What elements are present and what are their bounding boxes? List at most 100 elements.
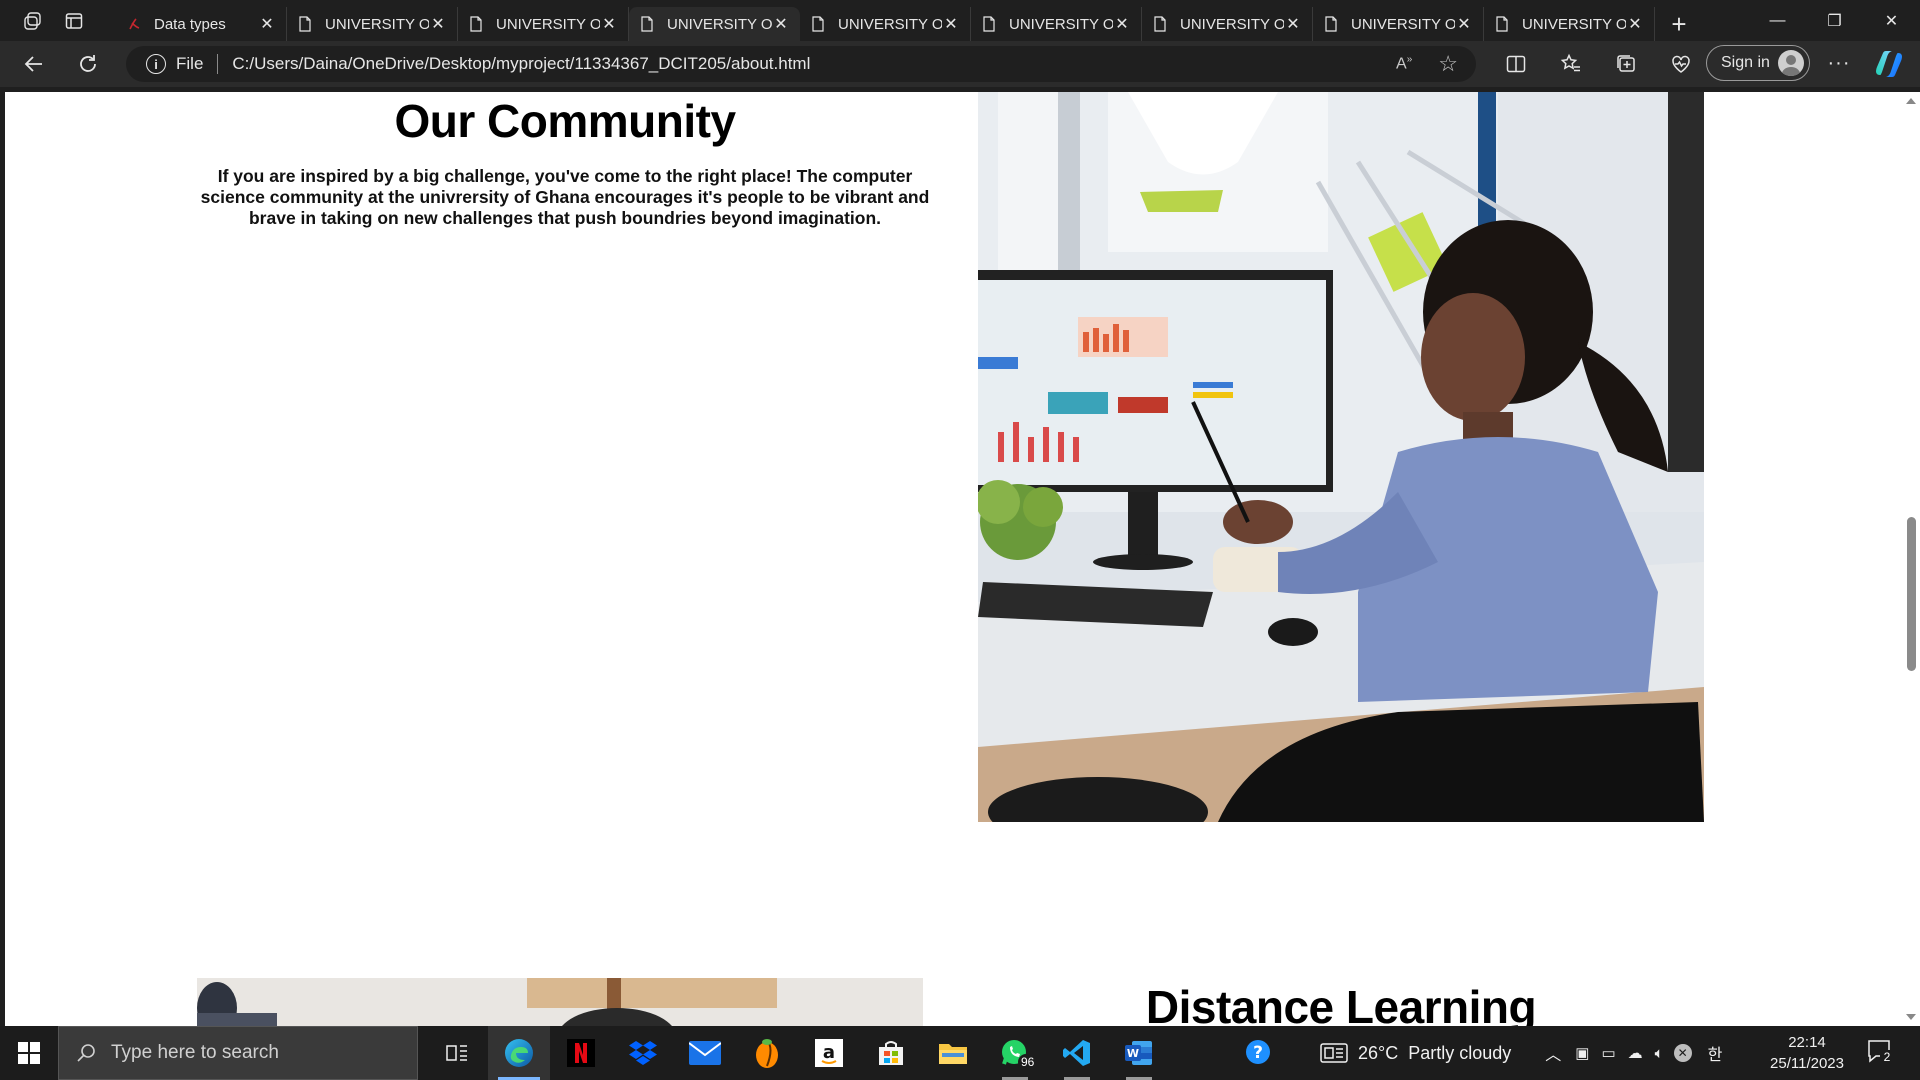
tab-university[interactable]: UNIVERSITY OF ✕ bbox=[287, 7, 458, 41]
tab-title: UNIVERSITY OF bbox=[667, 15, 772, 33]
community-heading: Our Community bbox=[394, 95, 736, 147]
page-scrollbar[interactable] bbox=[1902, 92, 1920, 1026]
split-screen-button[interactable] bbox=[1488, 44, 1543, 84]
refresh-button[interactable] bbox=[66, 44, 110, 84]
network-offline-icon[interactable]: ☁ bbox=[1628, 1044, 1643, 1062]
taskbar-amazon[interactable]: a bbox=[798, 1026, 860, 1080]
new-tab-button[interactable]: + bbox=[1659, 7, 1699, 41]
close-icon[interactable]: ✕ bbox=[942, 15, 960, 33]
status-x-icon[interactable]: ✕ bbox=[1673, 1044, 1692, 1062]
taskbar-dropbox[interactable] bbox=[612, 1026, 674, 1080]
read-aloud-label: A bbox=[1396, 55, 1407, 73]
close-window-button[interactable]: ✕ bbox=[1863, 0, 1920, 41]
collections-button[interactable] bbox=[1598, 44, 1653, 84]
tab-title: UNIVERSITY OF bbox=[1180, 15, 1284, 33]
page-icon bbox=[1323, 16, 1339, 32]
tab-university[interactable]: UNIVERSITY OF ✕ bbox=[1142, 7, 1313, 41]
sign-in-button[interactable]: Sign in bbox=[1706, 45, 1810, 81]
back-arrow-icon bbox=[24, 56, 42, 72]
site-info-icon[interactable]: i bbox=[146, 54, 166, 74]
address-bar[interactable]: i File C:/Users/Daina/OneDrive/Desktop/m… bbox=[126, 46, 1476, 82]
edge-icon bbox=[505, 1039, 533, 1067]
refresh-icon bbox=[80, 55, 96, 72]
toolbar-icons bbox=[1488, 44, 1708, 84]
taskbar-help[interactable]: ? bbox=[1228, 1026, 1290, 1080]
weather-text[interactable]: 26°C Partly cloudy bbox=[1358, 1043, 1511, 1064]
vscode-icon bbox=[1063, 1040, 1090, 1066]
split-screen-icon bbox=[1506, 55, 1525, 73]
scrollbar-thumb[interactable] bbox=[1907, 517, 1916, 671]
url-text[interactable]: C:/Users/Daina/OneDrive/Desktop/myprojec… bbox=[232, 54, 810, 74]
read-aloud-icon[interactable]: A» bbox=[1396, 54, 1412, 73]
start-button[interactable] bbox=[0, 1026, 58, 1080]
svg-text:a: a bbox=[823, 1042, 835, 1063]
address-separator bbox=[217, 54, 219, 74]
notifications-button[interactable]: 2 bbox=[1866, 1038, 1896, 1068]
page-icon bbox=[810, 16, 826, 32]
close-icon[interactable]: ✕ bbox=[1626, 15, 1644, 33]
word-icon: W bbox=[1125, 1041, 1152, 1065]
clock-time: 22:14 bbox=[1788, 1034, 1826, 1051]
show-hidden-icons-icon[interactable]: ︿ bbox=[1545, 1041, 1561, 1065]
tab-title: UNIVERSITY OF bbox=[838, 15, 942, 33]
workspaces-button[interactable] bbox=[12, 0, 53, 41]
tab-data-types[interactable]: Data types ✕ bbox=[116, 7, 287, 41]
close-icon[interactable]: ✕ bbox=[258, 15, 276, 33]
battery-icon[interactable]: ▭ bbox=[1601, 1044, 1615, 1062]
settings-more-button[interactable]: ··· bbox=[1816, 45, 1862, 81]
input-method-icon[interactable]: 한 bbox=[1708, 1041, 1723, 1065]
clock[interactable]: 22:14 25/11/2023 bbox=[1762, 1032, 1852, 1074]
taskbar-whatsapp[interactable]: 96 bbox=[984, 1026, 1046, 1080]
weather-widget-icon[interactable] bbox=[1320, 1042, 1348, 1064]
pdf-icon bbox=[126, 16, 142, 32]
task-view-button[interactable] bbox=[426, 1026, 488, 1080]
search-icon bbox=[77, 1044, 95, 1062]
close-icon[interactable]: ✕ bbox=[1113, 15, 1131, 33]
page-icon bbox=[639, 16, 655, 32]
tab-university[interactable]: UNIVERSITY OF ✕ bbox=[458, 7, 629, 41]
favorite-star-icon[interactable]: ☆ bbox=[1438, 51, 1458, 77]
taskbar-vscode[interactable] bbox=[1046, 1026, 1108, 1080]
tab-university[interactable]: UNIVERSITY OF ✕ bbox=[1484, 7, 1655, 41]
browser-essentials-button[interactable] bbox=[1653, 44, 1708, 84]
restore-button[interactable]: ❐ bbox=[1806, 0, 1863, 41]
taskbar-edge[interactable] bbox=[488, 1026, 550, 1080]
page-icon bbox=[1152, 16, 1168, 32]
amazon-icon: a bbox=[815, 1039, 843, 1067]
taskbar-fl-studio[interactable] bbox=[736, 1026, 798, 1080]
close-icon[interactable]: ✕ bbox=[600, 15, 618, 33]
close-icon[interactable]: ✕ bbox=[772, 15, 790, 33]
tab-actions-button[interactable] bbox=[53, 0, 94, 41]
tab-actions-icon bbox=[65, 12, 82, 29]
taskbar-file-explorer[interactable] bbox=[922, 1026, 984, 1080]
dropbox-icon bbox=[629, 1041, 657, 1065]
favorites-button[interactable] bbox=[1543, 44, 1598, 84]
tab-title: UNIVERSITY OF bbox=[325, 15, 429, 33]
store-icon bbox=[879, 1041, 903, 1065]
taskbar-mail[interactable] bbox=[674, 1026, 736, 1080]
scheme-label: File bbox=[176, 54, 204, 73]
svg-text:W: W bbox=[1127, 1047, 1139, 1060]
tab-university[interactable]: UNIVERSITY OF ✕ bbox=[1313, 7, 1484, 41]
scroll-down-arrow-icon[interactable] bbox=[1906, 1014, 1916, 1020]
meet-now-icon[interactable]: ▣ bbox=[1575, 1044, 1589, 1062]
back-button[interactable] bbox=[12, 44, 56, 84]
page-viewport[interactable]: Our Community If you are inspired by a b… bbox=[5, 92, 1920, 1026]
minimize-button[interactable]: — bbox=[1749, 0, 1806, 41]
close-icon[interactable]: ✕ bbox=[1284, 15, 1302, 33]
taskbar-word[interactable]: W bbox=[1108, 1026, 1170, 1080]
taskbar-store[interactable] bbox=[860, 1026, 922, 1080]
avatar-icon bbox=[1778, 50, 1804, 76]
tab-university[interactable]: UNIVERSITY OF ✕ bbox=[800, 7, 971, 41]
tab-strip: Data types ✕ UNIVERSITY OF ✕ UNIVERSITY … bbox=[0, 0, 1920, 41]
taskbar-search[interactable]: Type here to search bbox=[58, 1026, 418, 1080]
scroll-up-arrow-icon[interactable] bbox=[1906, 98, 1916, 104]
taskbar-netflix[interactable] bbox=[550, 1026, 612, 1080]
page-icon bbox=[1494, 16, 1510, 32]
volume-icon[interactable]: 🔈︎ bbox=[1655, 1045, 1664, 1062]
close-icon[interactable]: ✕ bbox=[1455, 15, 1473, 33]
close-icon[interactable]: ✕ bbox=[429, 15, 447, 33]
tab-university[interactable]: UNIVERSITY OF ✕ bbox=[971, 7, 1142, 41]
tab-university-active[interactable]: UNIVERSITY OF ✕ bbox=[629, 7, 800, 41]
copilot-icon[interactable] bbox=[1872, 47, 1906, 81]
